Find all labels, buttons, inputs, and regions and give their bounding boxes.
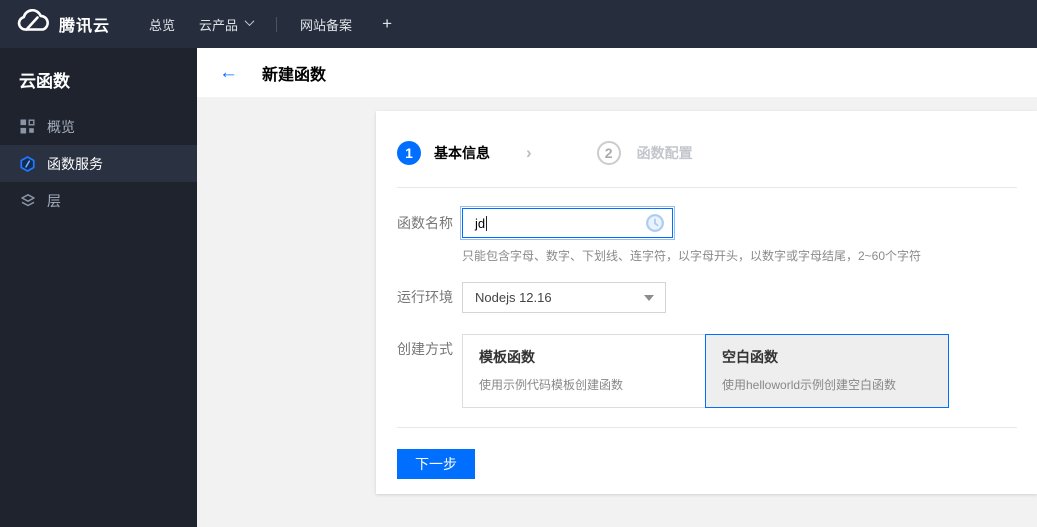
navbar-menu: 总览 云产品 网站备案 + — [149, 14, 392, 34]
divider — [397, 187, 1017, 188]
sidebar: 云函数 概览 函数服务 层 — [0, 48, 197, 527]
top-navbar: 腾讯云 总览 云产品 网站备案 + — [0, 0, 1037, 48]
create-function-card: 1 基本信息 › 2 函数配置 函数名称 jd 只能包含字母、数字、下划线、连字… — [376, 111, 1037, 494]
runtime-label: 运行环境 — [397, 289, 453, 305]
page-title: 新建函数 — [262, 66, 327, 84]
option-desc: 使用helloworld示例创建空白函数 — [722, 378, 897, 392]
function-service-icon — [19, 155, 36, 173]
step-2-circle: 2 — [596, 141, 621, 165]
sidebar-item-label: 概览 — [47, 118, 75, 135]
cloud-logo-icon — [16, 8, 50, 39]
step-1-circle: 1 — [397, 141, 421, 165]
next-step-button[interactable]: 下一步 — [397, 449, 475, 479]
chevron-down-icon — [244, 15, 255, 26]
grid-icon — [19, 119, 36, 134]
function-name-row: 函数名称 jd 只能包含字母、数字、下划线、连字符，以字母开头，以数字或字母结尾… — [397, 206, 1017, 264]
sidebar-item-label: 层 — [47, 192, 61, 209]
layers-icon — [19, 193, 36, 209]
divider — [397, 427, 1017, 428]
page-header: ← 新建函数 — [197, 48, 1037, 97]
brand-name: 腾讯云 — [59, 18, 111, 35]
sidebar-item-overview[interactable]: 概览 — [0, 108, 197, 145]
tencent-cloud-logo[interactable]: 腾讯云 — [16, 8, 111, 39]
chevron-right-icon: › — [526, 143, 532, 162]
caret-down-icon — [644, 294, 654, 301]
text-cursor — [486, 215, 488, 231]
function-name-input[interactable]: jd — [460, 206, 675, 240]
step-2-label: 函数配置 — [636, 145, 693, 161]
option-template-function[interactable]: 模板函数 使用示例代码模板创建函数 — [462, 334, 706, 408]
sidebar-title: 云函数 — [19, 72, 70, 91]
card-footer: 下一步 — [397, 449, 1017, 479]
tencent-cloud-console: 腾讯云 总览 云产品 网站备案 + 云函数 概览 函数服务 层 ← 新建函数 1… — [0, 0, 1037, 527]
runtime-select[interactable]: Nodejs 12.16 — [462, 282, 666, 313]
function-name-help: 只能包含字母、数字、下划线、连字符，以字母开头，以数字或字母结尾，2~60个字符 — [462, 249, 922, 263]
sidebar-item-label: 函数服务 — [47, 155, 103, 172]
creation-method-label: 创建方式 — [397, 341, 453, 357]
function-name-label: 函数名称 — [397, 215, 453, 231]
sidebar-item-layers[interactable]: 层 — [0, 182, 197, 219]
navbar-separator — [276, 16, 278, 32]
content-area: 1 基本信息 › 2 函数配置 函数名称 jd 只能包含字母、数字、下划线、连字… — [197, 97, 1037, 527]
option-blank-function[interactable]: 空白函数 使用helloworld示例创建空白函数 — [705, 334, 949, 408]
add-tab-button[interactable]: + — [382, 14, 392, 34]
option-title: 空白函数 — [722, 349, 778, 365]
nav-item-icp-filing[interactable]: 网站备案 — [300, 15, 352, 34]
runtime-selected-value: Nodejs 12.16 — [475, 290, 552, 305]
option-title: 模板函数 — [479, 349, 535, 365]
creation-method-row: 创建方式 模板函数 使用示例代码模板创建函数 空白函数 使用helloworld… — [397, 334, 1017, 408]
basic-info-form: 函数名称 jd 只能包含字母、数字、下划线、连字符，以字母开头，以数字或字母结尾… — [397, 206, 1017, 408]
creation-method-options: 模板函数 使用示例代码模板创建函数 空白函数 使用helloworld示例创建空… — [462, 334, 949, 408]
sidebar-item-function-service[interactable]: 函数服务 — [0, 145, 197, 182]
nav-item-overview[interactable]: 总览 — [149, 15, 175, 34]
step-1-label: 基本信息 — [434, 145, 490, 161]
clock-icon — [645, 213, 665, 233]
function-name-group: jd 只能包含字母、数字、下划线、连字符，以字母开头，以数字或字母结尾，2~60 — [460, 206, 922, 264]
wizard-steps: 1 基本信息 › 2 函数配置 — [397, 141, 1017, 165]
nav-item-cloud-products[interactable]: 云产品 — [199, 15, 255, 34]
function-name-value: jd — [475, 215, 486, 231]
runtime-row: 运行环境 Nodejs 12.16 — [397, 282, 1017, 313]
option-desc: 使用示例代码模板创建函数 — [479, 378, 624, 392]
back-button[interactable]: ← — [219, 63, 238, 82]
